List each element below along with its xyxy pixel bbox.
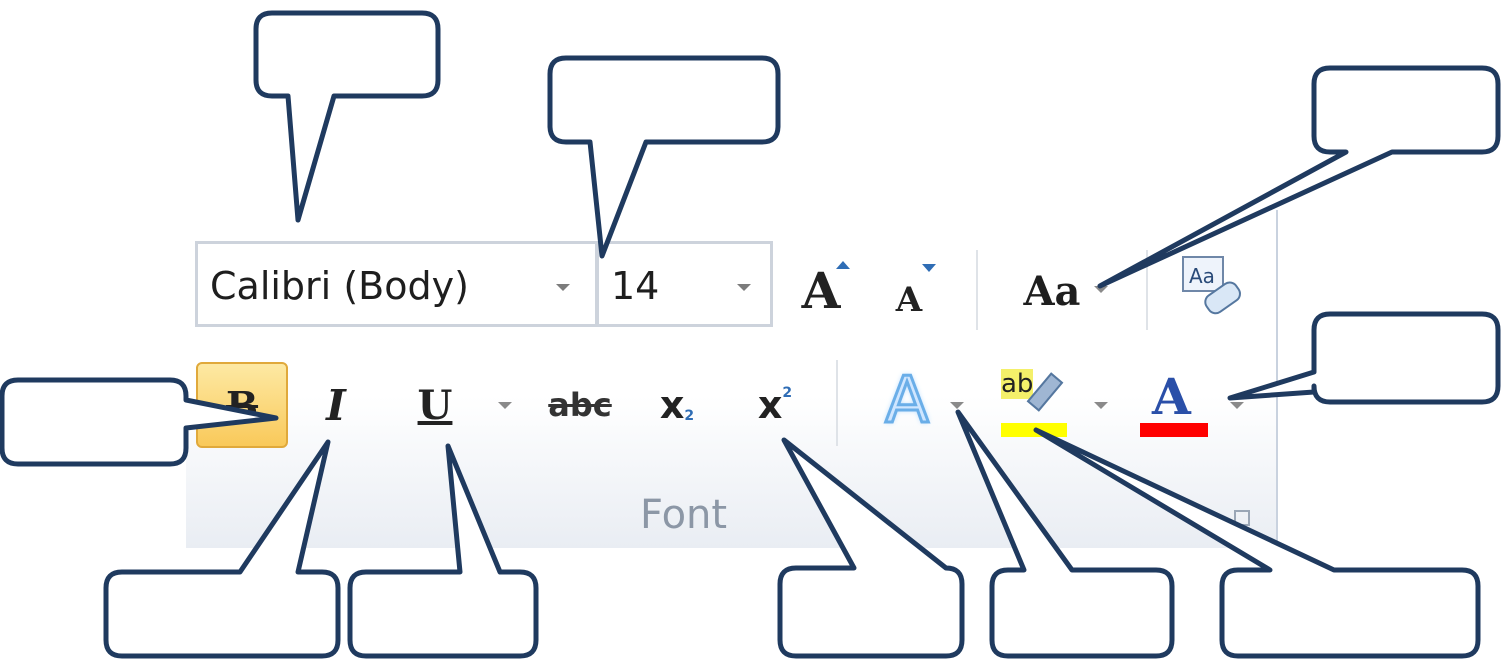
callout-underline [347, 443, 539, 659]
callout-italic [103, 439, 341, 659]
callout-font-size [547, 55, 781, 259]
callout-overlay [0, 10, 1501, 659]
callout-superscript [777, 437, 965, 659]
callout-change-case [1097, 65, 1501, 289]
callout-bold [0, 377, 279, 467]
callout-font-color [1227, 311, 1501, 405]
callout-font-name [253, 10, 441, 223]
